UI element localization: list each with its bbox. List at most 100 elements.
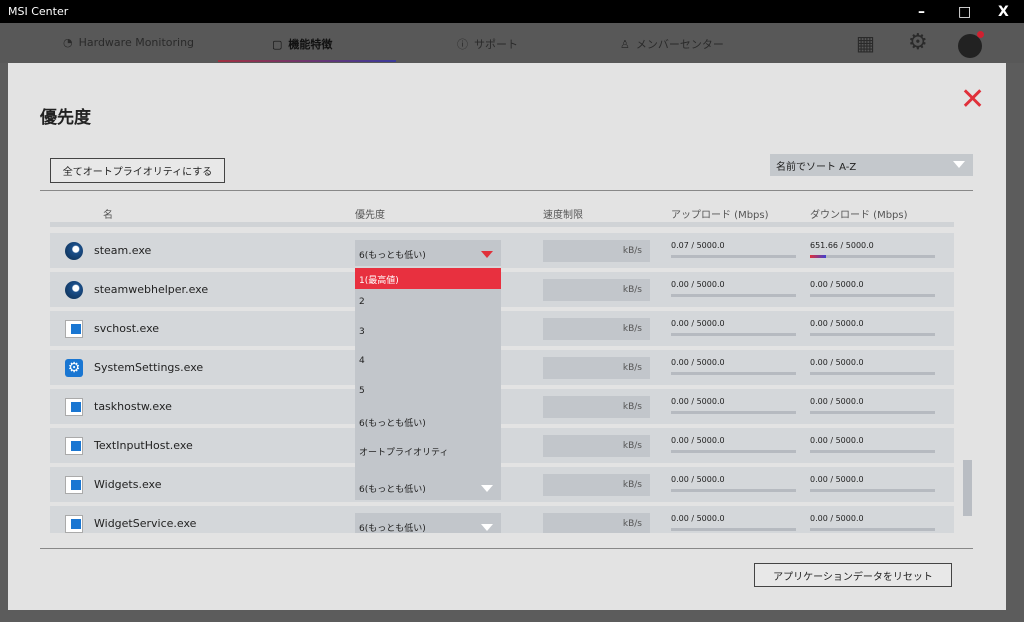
priority-option[interactable]: 1(最高値) [355,268,501,289]
unit-label: kB/s [622,402,642,412]
title-bar: MSI Center – □ X [0,0,1024,23]
tab-member-center[interactable]: ♙ メンバーセンター [620,36,724,52]
upload-bar [671,411,796,414]
download-value: 0.00 / 5000.0 [810,475,864,484]
process-name: TextInputHost.exe [94,439,193,452]
speed-limit-input[interactable]: kB/s [543,396,650,418]
process-name: steam.exe [94,244,152,257]
priority-option[interactable]: 6(もっとも低い) [355,408,501,438]
table-row: Widgets.exe 6(もっとも低い) kB/s 0.00 / 5000.0… [50,467,954,502]
priority-modal: 優先度 ✕ 全てオートプライオリティにする 名前でソート A-Z 名 優先度 速… [8,63,1006,610]
tab-label: メンバーセンター [635,38,724,51]
app-title: MSI Center [8,5,69,18]
col-priority: 優先度 [355,210,385,221]
speed-limit-input[interactable]: kB/s [543,279,650,301]
col-speed-limit: 速度制限 [543,210,583,221]
download-value: 0.00 / 5000.0 [810,358,864,367]
priority-select[interactable]: 6(もっとも低い) [355,240,501,266]
upload-value: 0.00 / 5000.0 [671,280,725,289]
table-row: steamwebhelper.exe kB/s 0.00 / 5000.0 0.… [50,272,954,307]
process-name: steamwebhelper.exe [94,283,209,296]
priority-option[interactable]: オートプライオリティ [355,437,501,467]
tab-label: サポート [474,38,518,51]
col-download: ダウンロード (Mbps) [810,210,908,221]
priority-option[interactable]: 2 [355,289,501,319]
upload-value: 0.00 / 5000.0 [671,436,725,445]
maximize-button[interactable]: □ [958,4,971,20]
speed-limit-input[interactable]: kB/s [543,240,650,262]
speed-limit-input[interactable]: kB/s [543,513,650,533]
grid-icon[interactable]: ▦ [856,31,875,55]
download-bar [810,411,935,414]
page-title: 優先度 [40,108,91,128]
member-icon: ♙ [620,37,630,51]
close-icon[interactable]: ✕ [960,85,985,115]
upload-value: 0.07 / 5000.0 [671,241,725,250]
unit-label: kB/s [622,285,642,295]
download-bar [810,372,935,375]
download-value: 0.00 / 5000.0 [810,514,864,523]
unit-label: kB/s [622,324,642,334]
download-value: 0.00 / 5000.0 [810,319,864,328]
tab-support[interactable]: ⓘ サポート [457,36,518,52]
upload-value: 0.00 / 5000.0 [671,319,725,328]
sort-dropdown[interactable]: 名前でソート A-Z [770,154,973,176]
avatar[interactable] [958,31,984,58]
upload-bar [671,372,796,375]
gear-icon[interactable]: ⚙ [908,30,928,55]
table-row: steam.exe 6(もっとも低い) kB/s 0.07 / 5000.0 6… [50,233,954,268]
support-icon: ⓘ [457,38,468,51]
table-row: svchost.exe kB/s 0.00 / 5000.0 0.00 / 50… [50,311,954,346]
window-icon [65,320,83,338]
window-icon [65,476,83,494]
download-bar-fill [810,255,827,258]
unit-label: kB/s [622,519,642,529]
unit-label: kB/s [622,363,642,373]
process-name: Widgets.exe [94,478,162,491]
scrollbar[interactable] [963,460,972,516]
chevron-down-icon [953,161,965,168]
download-bar [810,333,935,336]
upload-bar [671,294,796,297]
speed-limit-input[interactable]: kB/s [543,318,650,340]
table-row: WidgetService.exe 6(もっとも低い) kB/s 0.00 / … [50,506,954,533]
priority-select[interactable]: 6(もっとも低い) [355,474,501,500]
speed-limit-input[interactable]: kB/s [543,435,650,457]
unit-label: kB/s [622,480,642,490]
steam-icon [65,281,83,299]
divider [40,190,973,191]
priority-value: 6(もっとも低い) [359,251,426,261]
speed-limit-input[interactable]: kB/s [543,357,650,379]
table-row: TextInputHost.exe kB/s 0.00 / 5000.0 0.0… [50,428,954,463]
tab-label: Hardware Monitoring [78,36,195,49]
priority-option[interactable]: 5 [355,378,501,408]
col-upload: アップロード (Mbps) [671,210,769,221]
download-value: 0.00 / 5000.0 [810,397,864,406]
speed-limit-input[interactable]: kB/s [543,474,650,496]
chevron-down-icon [481,251,493,258]
chevron-down-icon [481,485,493,492]
priority-option[interactable]: 4 [355,348,501,378]
window-icon [65,398,83,416]
minimize-button[interactable]: – [918,4,925,20]
download-bar [810,294,935,297]
upload-bar [671,450,796,453]
top-nav: ◔ Hardware Monitoring ▢ 機能特徴 ⓘ サポート ♙ メンバーセン… [0,23,1024,63]
col-name: 名 [103,210,113,221]
tab-features[interactable]: ▢ 機能特徴 [272,36,332,52]
window-icon [65,437,83,455]
reset-app-data-button[interactable]: アプリケーションデータをリセット [754,563,952,587]
tab-hardware-monitoring[interactable]: ◔ Hardware Monitoring [63,36,194,49]
auto-priority-all-button[interactable]: 全てオートプライオリティにする [50,158,225,183]
active-tab-indicator [218,60,396,62]
close-window-button[interactable]: X [998,4,1009,20]
priority-select[interactable]: 6(もっとも低い) [355,513,501,533]
download-bar [810,450,935,453]
upload-bar [671,528,796,531]
divider [40,548,973,549]
download-value: 651.66 / 5000.0 [810,241,874,250]
feature-icon: ▢ [272,37,283,51]
download-value: 0.00 / 5000.0 [810,436,864,445]
priority-option[interactable]: 3 [355,319,501,349]
upload-bar [671,333,796,336]
